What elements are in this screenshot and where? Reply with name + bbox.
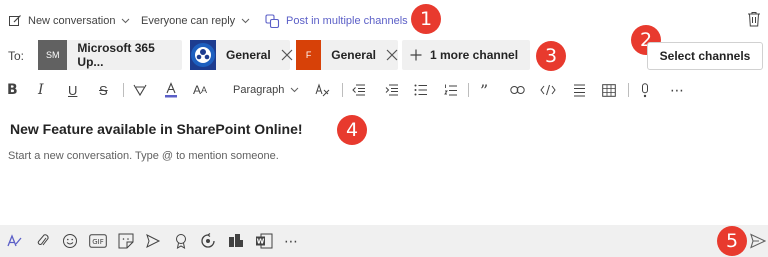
toolbar-divider bbox=[468, 83, 469, 97]
increase-indent-icon[interactable] bbox=[385, 80, 399, 100]
highlight-icon[interactable] bbox=[133, 80, 147, 100]
reply-setting-label: Everyone can reply bbox=[141, 15, 236, 27]
chevron-down-icon bbox=[241, 18, 250, 24]
send-icon[interactable] bbox=[749, 232, 767, 250]
new-conversation-label: New conversation bbox=[28, 15, 116, 27]
font-color-icon[interactable] bbox=[164, 80, 178, 100]
team-avatar: SM bbox=[38, 40, 68, 70]
to-label: To: bbox=[8, 49, 25, 63]
decrease-indent-icon[interactable] bbox=[352, 80, 366, 100]
bold-icon[interactable]: B bbox=[7, 80, 18, 100]
more-options-icon[interactable]: ⋯ bbox=[670, 80, 684, 100]
gif-icon[interactable]: GIF bbox=[89, 232, 107, 250]
select-channels-button[interactable]: Select channels bbox=[647, 42, 763, 70]
code-icon[interactable] bbox=[540, 80, 556, 100]
sticker-icon[interactable] bbox=[117, 232, 135, 250]
approvals-icon[interactable] bbox=[227, 232, 245, 250]
toolbar-divider bbox=[628, 83, 629, 97]
remove-icon[interactable] bbox=[281, 49, 293, 61]
attach-icon[interactable] bbox=[34, 232, 52, 250]
quote-icon[interactable]: ” bbox=[480, 80, 488, 100]
svg-text:W: W bbox=[257, 238, 265, 246]
numbered-list-icon[interactable] bbox=[444, 80, 458, 100]
chevron-down-icon bbox=[121, 18, 130, 24]
more-apps-icon[interactable]: ⋯ bbox=[282, 232, 300, 250]
underline-icon[interactable]: U bbox=[68, 80, 77, 100]
emoji-icon[interactable] bbox=[61, 232, 79, 250]
post-multiple-label: Post in multiple channels bbox=[286, 15, 408, 27]
strikethrough-icon[interactable]: S bbox=[99, 80, 108, 100]
recipient-chip-microsoft-365[interactable]: SM Microsoft 365 Up... bbox=[38, 40, 182, 70]
recipient-chip-general-1[interactable]: General bbox=[190, 40, 293, 70]
paragraph-dropdown[interactable]: Paragraph bbox=[233, 80, 299, 100]
compose-actions-bar bbox=[0, 225, 768, 257]
horizontal-rule-icon[interactable] bbox=[573, 80, 586, 100]
meet-now-icon[interactable] bbox=[144, 232, 162, 250]
mark-important-icon[interactable] bbox=[640, 80, 650, 100]
compose-icon bbox=[8, 14, 22, 28]
callout-badge-4: 4 bbox=[337, 115, 367, 145]
team-avatar bbox=[190, 40, 216, 70]
praise-icon[interactable] bbox=[172, 232, 190, 250]
loop-icon[interactable] bbox=[199, 232, 217, 250]
reply-setting-dropdown[interactable]: Everyone can reply bbox=[141, 11, 256, 31]
recipient-chip-general-2[interactable]: F General bbox=[296, 40, 398, 70]
callout-badge-1: 1 bbox=[411, 4, 441, 34]
svg-text:GIF: GIF bbox=[92, 238, 104, 246]
recipient-name: General bbox=[331, 48, 376, 62]
more-channels-chip[interactable]: 1 more channel bbox=[402, 40, 530, 70]
clear-formatting-icon[interactable] bbox=[315, 80, 331, 100]
subject-field[interactable]: New Feature available in SharePoint Onli… bbox=[10, 121, 303, 137]
message-body-placeholder[interactable]: Start a new conversation. Type @ to ment… bbox=[8, 150, 279, 162]
table-icon[interactable] bbox=[602, 80, 616, 100]
remove-icon[interactable] bbox=[386, 49, 398, 61]
chevron-down-icon bbox=[290, 87, 299, 93]
more-channels-label: 1 more channel bbox=[430, 48, 519, 62]
plus-icon bbox=[410, 49, 422, 61]
toolbar-divider bbox=[342, 83, 343, 97]
recipient-name: General bbox=[226, 48, 271, 62]
italic-icon[interactable]: I bbox=[38, 80, 44, 100]
new-conversation-dropdown[interactable]: New conversation bbox=[8, 11, 136, 31]
bulleted-list-icon[interactable] bbox=[414, 80, 428, 100]
paragraph-label: Paragraph bbox=[233, 84, 285, 96]
toolbar-divider bbox=[123, 83, 124, 97]
font-size-icon[interactable]: AA bbox=[193, 80, 207, 100]
link-icon[interactable] bbox=[510, 80, 525, 100]
team-avatar: F bbox=[296, 40, 322, 70]
forms-icon[interactable]: W bbox=[255, 232, 273, 250]
callout-badge-3: 3 bbox=[536, 41, 566, 71]
post-multiple-channels-button[interactable]: Post in multiple channels bbox=[265, 11, 408, 31]
format-icon[interactable] bbox=[6, 232, 24, 250]
trash-icon[interactable] bbox=[747, 11, 761, 27]
recipient-name: Microsoft 365 Up... bbox=[77, 41, 155, 69]
multiple-channels-icon bbox=[265, 13, 280, 29]
callout-badge-5: 5 bbox=[717, 226, 747, 256]
